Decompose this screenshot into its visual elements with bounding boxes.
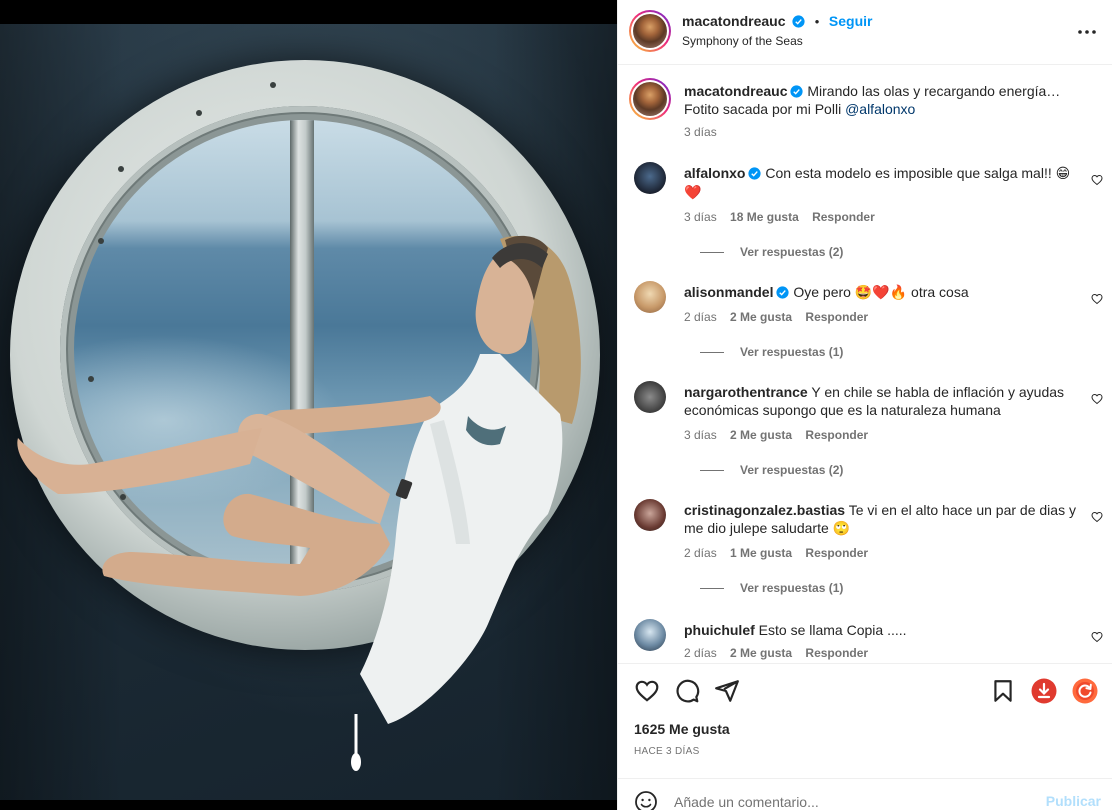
comment-body: Con esta modelo es imposible que salga m…: [765, 165, 1056, 181]
separator-dot: •: [814, 14, 820, 29]
comment-username[interactable]: phuichulef: [684, 622, 755, 638]
comment-like-icon[interactable]: [1091, 631, 1103, 643]
comment-age[interactable]: 2 días: [684, 310, 717, 324]
comment-likes[interactable]: 1 Me gusta: [730, 546, 792, 560]
comment-meta: 3 días 18 Me gusta Responder: [684, 210, 885, 224]
comment-like-icon[interactable]: [1091, 511, 1103, 523]
comment-like-icon[interactable]: [1091, 174, 1103, 186]
post-photo[interactable]: [0, 24, 617, 800]
post-date[interactable]: HACE 3 DÍAS: [634, 746, 700, 757]
commenter-avatar[interactable]: [634, 162, 666, 194]
commenter-avatar[interactable]: [634, 619, 666, 651]
owner-avatar-image: [633, 14, 667, 48]
comment-meta: 2 días 1 Me gusta Responder: [684, 546, 878, 560]
woman-figure: [17, 235, 581, 771]
caption-mention[interactable]: @alfalonxo: [845, 101, 915, 117]
caption-age[interactable]: 3 días: [684, 125, 717, 139]
comment-body: Esto se llama Copia .....: [758, 622, 907, 638]
comment-like-icon[interactable]: [1091, 393, 1103, 405]
comment-body-after: otra cosa: [907, 284, 969, 300]
comment-text: alfalonxo Con esta modelo es imposible q…: [684, 164, 1079, 202]
header-title-row: macatondreauc • Seguir: [682, 13, 873, 29]
emoji-icon[interactable]: [634, 790, 658, 810]
reply-button[interactable]: Responder: [805, 546, 868, 560]
heart-icon[interactable]: [634, 678, 660, 704]
commenter-avatar[interactable]: [634, 381, 666, 413]
comment-text: cristinagonzalez.bastias Te vi en el alt…: [684, 501, 1079, 538]
reply-button[interactable]: Responder: [805, 646, 868, 660]
caption-avatar-image: [633, 82, 667, 116]
reply-button[interactable]: Responder: [805, 428, 868, 442]
refresh-icon[interactable]: [1072, 678, 1098, 704]
replies-line: [700, 588, 724, 590]
replies-line: [700, 470, 724, 472]
comments-list[interactable]: macatondreauc Mirando las olas y recarga…: [618, 66, 1112, 663]
caption-text: macatondreauc Mirando las olas y recarga…: [684, 82, 1079, 118]
view-replies-label: Ver respuestas (2): [740, 245, 844, 259]
verified-icon: [792, 15, 805, 28]
post-location[interactable]: Symphony of the Seas: [682, 34, 803, 48]
comment-age[interactable]: 2 días: [684, 646, 717, 660]
comment-icon[interactable]: [674, 678, 700, 704]
comment-text: phuichulef Esto se llama Copia .....: [684, 621, 1079, 639]
comment-emojis: 🤩❤️🔥: [854, 285, 908, 301]
commenter-avatar[interactable]: [634, 499, 666, 531]
view-replies-button[interactable]: Ver respuestas (1): [700, 581, 843, 595]
caption-line-1: Mirando las olas y recargando energía…: [807, 83, 1061, 99]
publish-button[interactable]: Publicar: [1046, 793, 1101, 809]
comment-likes[interactable]: 2 Me gusta: [730, 428, 792, 442]
comment-likes[interactable]: 18 Me gusta: [730, 210, 799, 224]
share-icon[interactable]: [714, 678, 740, 704]
post-panel: macatondreauc • Seguir Symphony of the S…: [617, 0, 1112, 810]
reply-button[interactable]: Responder: [805, 310, 868, 324]
bookmark-icon[interactable]: [990, 678, 1016, 704]
view-replies-button[interactable]: Ver respuestas (2): [700, 245, 843, 259]
view-replies-label: Ver respuestas (1): [740, 345, 844, 359]
caption-avatar[interactable]: [629, 78, 671, 120]
comment-username[interactable]: nargarothentrance: [684, 384, 808, 400]
replies-line: [700, 352, 724, 354]
commenter-avatar[interactable]: [634, 281, 666, 313]
view-replies-label: Ver respuestas (1): [740, 581, 844, 595]
post-header: macatondreauc • Seguir Symphony of the S…: [618, 0, 1112, 65]
comment-age[interactable]: 2 días: [684, 546, 717, 560]
verified-icon: [748, 167, 762, 180]
comment-age[interactable]: 3 días: [684, 210, 717, 224]
post-actions: 1625 Me gusta HACE 3 DÍAS: [618, 663, 1112, 778]
reply-button[interactable]: Responder: [812, 210, 875, 224]
comment-username[interactable]: alisonmandel: [684, 284, 773, 300]
comment-text: nargarothentrance Y en chile se habla de…: [684, 383, 1079, 419]
download-icon[interactable]: [1031, 678, 1057, 704]
owner-username[interactable]: macatondreauc: [682, 13, 785, 29]
caption-line-2: Fotito sacada por mi Polli: [684, 101, 846, 117]
comment-body: Oye pero: [793, 284, 855, 300]
post-media-area: [0, 0, 617, 810]
more-icon[interactable]: [1075, 22, 1099, 42]
likes-count[interactable]: 1625 Me gusta: [634, 721, 730, 737]
comment-emojis: 🙄: [832, 521, 851, 537]
comment-text: alisonmandel Oye pero 🤩❤️🔥 otra cosa: [684, 283, 1079, 302]
comment-likes[interactable]: 2 Me gusta: [730, 646, 792, 660]
owner-avatar[interactable]: [629, 10, 671, 52]
comment-age[interactable]: 3 días: [684, 428, 717, 442]
comment-meta: 2 días 2 Me gusta Responder: [684, 310, 878, 324]
caption-username[interactable]: macatondreauc: [684, 83, 787, 99]
caption-meta: 3 días: [684, 125, 727, 139]
view-replies-button[interactable]: Ver respuestas (2): [700, 463, 843, 477]
comment-like-icon[interactable]: [1091, 293, 1103, 305]
replies-line: [700, 252, 724, 254]
view-replies-button[interactable]: Ver respuestas (1): [700, 345, 843, 359]
comment-username[interactable]: alfalonxo: [684, 165, 745, 181]
add-comment-bar: Publicar: [618, 778, 1112, 810]
comment-meta: 2 días 2 Me gusta Responder: [684, 646, 878, 660]
follow-button[interactable]: Seguir: [829, 13, 873, 29]
comment-username[interactable]: cristinagonzalez.bastias: [684, 502, 845, 518]
verified-icon: [790, 85, 804, 98]
comment-meta: 3 días 2 Me gusta Responder: [684, 428, 878, 442]
verified-icon: [776, 286, 790, 299]
comment-likes[interactable]: 2 Me gusta: [730, 310, 792, 324]
comment-input[interactable]: [674, 791, 1034, 810]
view-replies-label: Ver respuestas (2): [740, 463, 844, 477]
